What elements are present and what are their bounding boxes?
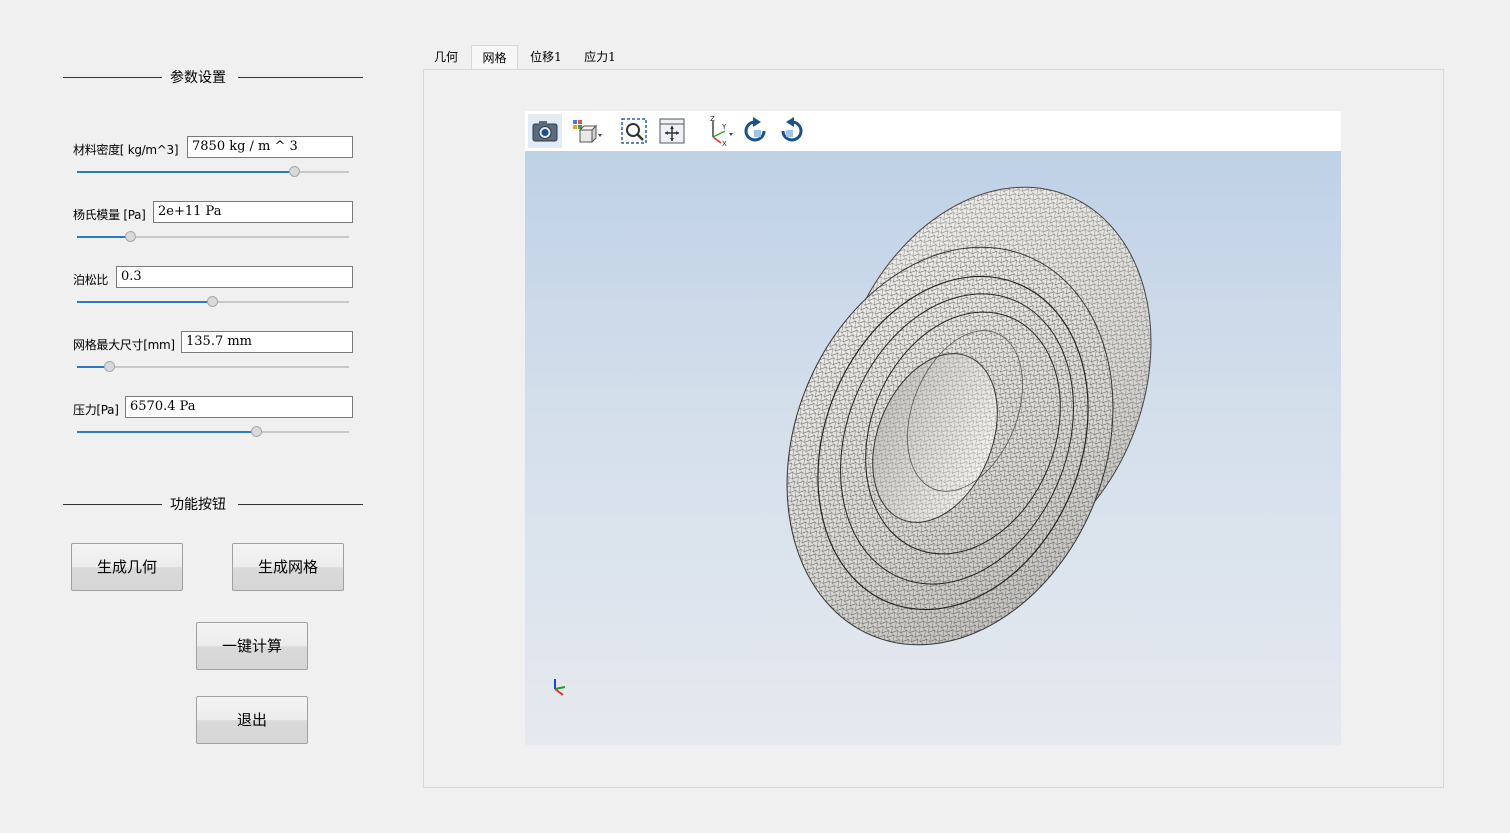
poisson-ratio-input[interactable]: 0.3 [116,266,353,288]
youngs-modulus-input[interactable]: 2e+11 Pa [153,201,353,223]
slider-handle[interactable] [103,361,115,372]
axis-triad [554,679,566,696]
viewport-3d[interactable] [525,151,1341,745]
slider-handle[interactable] [207,296,218,307]
density-slider[interactable] [77,166,349,178]
viewer-3d: Z Y X [525,111,1341,745]
viewer-toolbar: Z Y X [525,111,1341,151]
zoom-box-icon[interactable] [617,114,651,148]
youngs-modulus-label: 杨氏模量 [Pa] [73,208,146,222]
slider-track [77,366,349,368]
tab-displacement[interactable]: 位移1 [524,45,568,70]
slider-fill [77,171,295,173]
slider-handle[interactable] [288,166,300,177]
svg-text:Z: Z [710,115,715,123]
tab-geometry[interactable]: 几何 [428,45,464,70]
tab-stress[interactable]: 应力1 [578,45,622,70]
mesh-model [554,186,1152,696]
one-click-compute-button[interactable]: 一键计算 [196,622,308,670]
pressure-label: 压力[Pa] [73,403,119,417]
actions-group-line-left [63,504,162,505]
rotate-ccw-icon[interactable] [775,114,809,148]
generate-mesh-button[interactable]: 生成网格 [232,543,344,591]
rotate-cw-icon[interactable] [738,114,772,148]
exit-button[interactable]: 退出 [196,696,308,744]
slider-fill [77,431,257,433]
actions-group-line-right [238,504,363,505]
svg-text:Y: Y [721,123,727,131]
slider-handle[interactable] [125,231,137,242]
mesh-size-label: 网格最大尺寸[mm] [73,338,175,352]
axes-view-icon[interactable]: Z Y X [701,114,735,148]
tab-mesh[interactable]: 网格 [471,45,518,70]
density-input[interactable]: 7850 kg / m ^ 3 [187,136,353,158]
params-group-line-left [63,77,162,78]
actions-group-title: 功能按钮 [170,497,226,513]
poisson-ratio-label: 泊松比 [73,273,109,287]
params-group-line-right [238,77,363,78]
pressure-slider[interactable] [77,426,349,438]
slider-handle[interactable] [250,426,262,437]
mesh-size-slider[interactable] [77,361,349,373]
poisson-ratio-slider[interactable] [77,296,349,308]
params-group-title: 参数设置 [170,70,226,86]
svg-text:X: X [722,140,727,147]
slider-fill [77,301,213,303]
fit-all-icon[interactable] [655,114,689,148]
youngs-modulus-slider[interactable] [77,231,349,243]
slider-fill [77,236,132,238]
camera-icon[interactable] [528,114,562,148]
wheel-mesh [786,186,1152,646]
generate-geometry-button[interactable]: 生成几何 [71,543,183,591]
density-label: 材料密度[ kg/m^3] [73,143,179,157]
display-mode-icon[interactable] [570,114,604,148]
pressure-input[interactable]: 6570.4 Pa [125,396,353,418]
mesh-size-input[interactable]: 135.7 mm [181,331,353,353]
